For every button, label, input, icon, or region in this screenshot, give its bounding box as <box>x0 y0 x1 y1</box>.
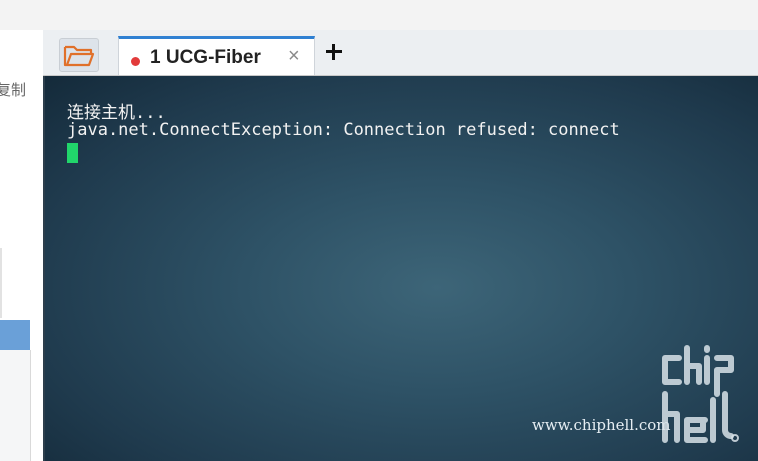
chiphell-logo <box>662 345 739 443</box>
terminal-line: java.net.ConnectException: Connection re… <box>67 120 620 140</box>
left-pane-selected-item[interactable] <box>0 320 30 350</box>
terminal-cursor <box>67 143 78 163</box>
connection-status-dot <box>131 57 140 66</box>
left-side-panel: 复制 <box>0 30 43 461</box>
watermark-url: www.chiphell.com <box>532 416 671 434</box>
terminal-output[interactable]: 连接主机... java.net.ConnectException: Conne… <box>43 76 758 461</box>
plus-icon[interactable] <box>324 42 344 62</box>
left-pane-partial-label[interactable]: 复制 <box>0 79 26 100</box>
close-icon[interactable]: × <box>288 46 300 66</box>
open-sessions-button[interactable] <box>59 38 99 72</box>
tab-label: 1 UCG-Fiber <box>150 47 261 68</box>
session-tab-bar: 1 UCG-Fiber × <box>43 30 758 76</box>
left-pane-divider <box>0 248 2 318</box>
left-pane-list-area <box>0 350 31 461</box>
tab-ucg-fiber[interactable]: 1 UCG-Fiber × <box>118 36 315 75</box>
folder-open-icon <box>63 45 95 67</box>
window-top-strip <box>0 0 758 30</box>
